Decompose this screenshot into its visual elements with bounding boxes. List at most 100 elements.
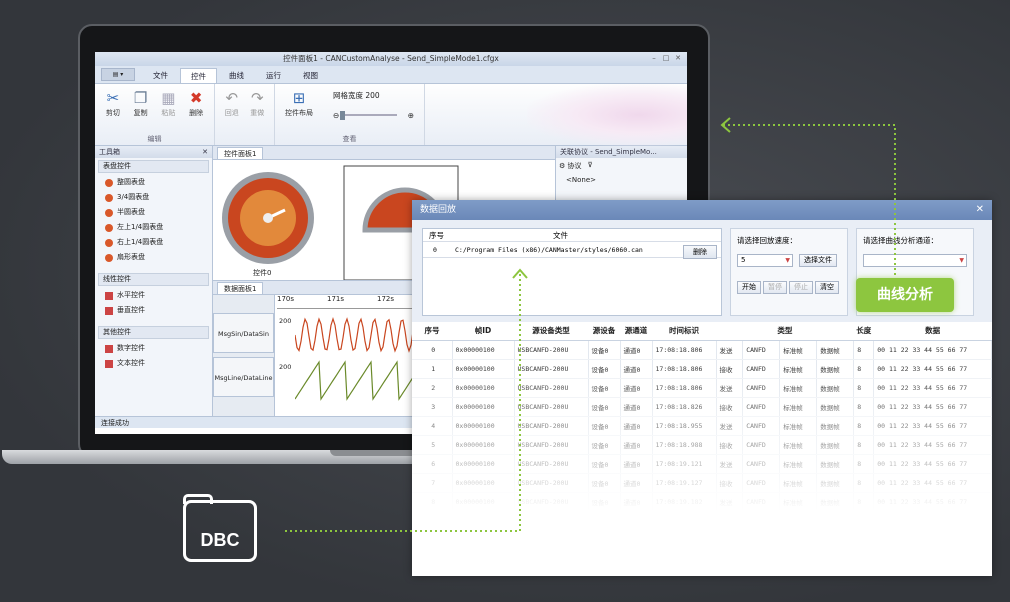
signal-sin[interactable]: MsgSin/DataSin: [213, 313, 274, 353]
filter-icon[interactable]: ⊽: [588, 161, 593, 171]
gauge-label: 控件0: [253, 269, 272, 277]
toolbox-item[interactable]: 左上1/4圆表盘: [95, 220, 212, 235]
toolbox-item[interactable]: 3/4圆表盘: [95, 190, 212, 205]
copy-button[interactable]: ❐ 复制: [129, 88, 153, 118]
toolbox-item[interactable]: 半圆表盘: [95, 205, 212, 220]
close-icon[interactable]: ✕: [976, 200, 984, 220]
tab-run[interactable]: 运行: [256, 68, 291, 83]
stop-button[interactable]: 停止: [789, 281, 813, 294]
choose-file-button[interactable]: 选择文件: [799, 254, 837, 267]
table-cell: 00 11 22 33 44 55 66 77: [873, 435, 992, 455]
table-row[interactable]: 1 0x00000100 USBCANFD-200U 设备0 通道0 17:08:18.8…: [412, 359, 992, 379]
table-row[interactable]: 5 0x00000100 USBCANFD-200U 设备0 通道0 17:08:18.9…: [412, 435, 992, 455]
table-cell: 8: [853, 378, 875, 398]
category-linear[interactable]: 线性控件: [98, 273, 209, 286]
control-panel-tabs: 控件面板1: [213, 146, 555, 160]
table-row[interactable]: 8 0x00000100 USBCANFD-200U 设备0 通道0 17:08:19.1…: [412, 492, 992, 512]
table-cell: USBCANFD-200U: [514, 454, 589, 474]
table-cell: CANFD: [742, 454, 781, 474]
undo-icon: ↶: [225, 89, 239, 107]
category-other[interactable]: 其他控件: [98, 326, 209, 339]
category-gauge[interactable]: 表盘控件: [98, 160, 209, 173]
tab-curves[interactable]: 曲线: [219, 68, 254, 83]
table-cell: 17:08:18.806: [652, 378, 717, 398]
time-tick: 172s: [377, 295, 395, 303]
col-header: 源设备: [588, 322, 620, 341]
table-row[interactable]: 4 0x00000100 USBCANFD-200U 设备0 通道0 17:08:18.9…: [412, 416, 992, 436]
protocol-node[interactable]: <None>: [556, 174, 687, 186]
gauge-icon: [105, 208, 113, 217]
col-header: 序号: [412, 322, 452, 341]
analysis-channel-select[interactable]: ▼: [863, 254, 967, 267]
col-header: 类型: [716, 322, 854, 341]
table-cell: 通道0: [620, 359, 653, 379]
close-icon[interactable]: ✕: [202, 146, 208, 158]
minus-icon[interactable]: ⊖: [333, 111, 339, 120]
speed-select[interactable]: 5 ▼: [737, 254, 793, 267]
table-cell: 2: [412, 378, 453, 398]
table-cell: 7: [412, 473, 453, 493]
table-cell: 00 11 22 33 44 55 66 77: [873, 492, 992, 512]
table-cell: 17:08:18.955: [652, 416, 717, 436]
curve-analysis-badge: 曲线分析: [856, 278, 954, 312]
tab-data-panel[interactable]: 数据面板1: [217, 282, 264, 294]
table-cell: 设备0: [588, 454, 621, 474]
table-cell: 数据帧: [816, 340, 855, 360]
toolbox-item[interactable]: 扇形表盘: [95, 250, 212, 265]
table-row[interactable]: 7 0x00000100 USBCANFD-200U 设备0 通道0 17:08:19.1…: [412, 473, 992, 493]
paste-button[interactable]: ▦ 粘贴: [157, 88, 181, 118]
table-cell: 标准帧: [779, 416, 818, 436]
table-cell: 8: [412, 492, 453, 512]
table-cell: 4: [412, 416, 453, 436]
start-button[interactable]: 开始: [737, 281, 761, 294]
grid-width-slider[interactable]: ⊖ ⊕: [333, 110, 414, 120]
y-tick: 200: [279, 363, 292, 371]
gauge-icon: [105, 253, 113, 262]
table-row[interactable]: 0 0x00000100 USBCANFD-200U 设备0 通道0 17:08:18.8…: [412, 340, 992, 360]
quick-access-button[interactable]: ▤ ▾: [101, 68, 135, 81]
toolbox-item[interactable]: 文本控件: [95, 356, 212, 371]
minimize-icon[interactable]: –: [649, 54, 659, 63]
pause-button[interactable]: 暂停: [763, 281, 787, 294]
layout-button[interactable]: ⊞ 控件布局: [281, 88, 317, 118]
table-cell: 00 11 22 33 44 55 66 77: [873, 340, 992, 360]
protocol-button[interactable]: ⚙ 协议: [559, 161, 582, 171]
table-row[interactable]: 3 0x00000100 USBCANFD-200U 设备0 通道0 17:08:18.8…: [412, 397, 992, 417]
file-row[interactable]: 0 C:/Program Files (x86)/CANMaster/style…: [423, 242, 721, 258]
table-cell: 数据帧: [816, 454, 855, 474]
clear-button[interactable]: 清空: [815, 281, 839, 294]
table-cell: 接收: [716, 435, 744, 455]
undo-button[interactable]: ↶ 回退: [221, 88, 243, 118]
toolbox-item[interactable]: 垂直控件: [95, 303, 212, 318]
table-row[interactable]: 6 0x00000100 USBCANFD-200U 设备0 通道0 17:08:19.1…: [412, 454, 992, 474]
toolbox-item[interactable]: 右上1/4圆表盘: [95, 235, 212, 250]
window-titlebar: 控件面板1 - CANCustomAnalyse - Send_SimpleMo…: [95, 52, 687, 66]
table-cell: 8: [853, 435, 875, 455]
signal-line[interactable]: MsgLine/DataLine: [213, 357, 274, 397]
toolbox-item[interactable]: 数字控件: [95, 341, 212, 356]
redo-button[interactable]: ↷ 重做: [247, 88, 269, 118]
table-cell: 标准帧: [779, 359, 818, 379]
cut-button[interactable]: ✂ 剪切: [101, 88, 125, 118]
delete-button[interactable]: ✖ 删除: [184, 88, 208, 118]
plus-icon[interactable]: ⊕: [408, 111, 414, 120]
tab-controls[interactable]: 控件: [180, 68, 217, 83]
table-cell: 17:08:19.182: [652, 492, 717, 512]
tab-control-panel[interactable]: 控件面板1: [217, 147, 264, 159]
table-cell: USBCANFD-200U: [514, 359, 589, 379]
toolbox-item[interactable]: 整圆表盘: [95, 175, 212, 190]
delete-file-button[interactable]: 删除: [683, 245, 717, 259]
col-index: 序号: [429, 231, 444, 240]
table-row[interactable]: 2 0x00000100 USBCANFD-200U 设备0 通道0 17:08:18.8…: [412, 378, 992, 398]
tab-view[interactable]: 视图: [293, 68, 328, 83]
tab-file[interactable]: 文件: [143, 68, 178, 83]
maximize-icon[interactable]: □: [661, 54, 671, 63]
y-tick: 200: [279, 317, 292, 325]
close-icon[interactable]: ✕: [673, 54, 683, 63]
table-cell: 0x00000100: [452, 378, 515, 398]
table-cell: 发送: [716, 378, 744, 398]
table-cell: USBCANFD-200U: [514, 492, 589, 512]
gauge-icon: [105, 193, 113, 202]
gauge-icon: [105, 238, 113, 247]
toolbox-item[interactable]: 水平控件: [95, 288, 212, 303]
